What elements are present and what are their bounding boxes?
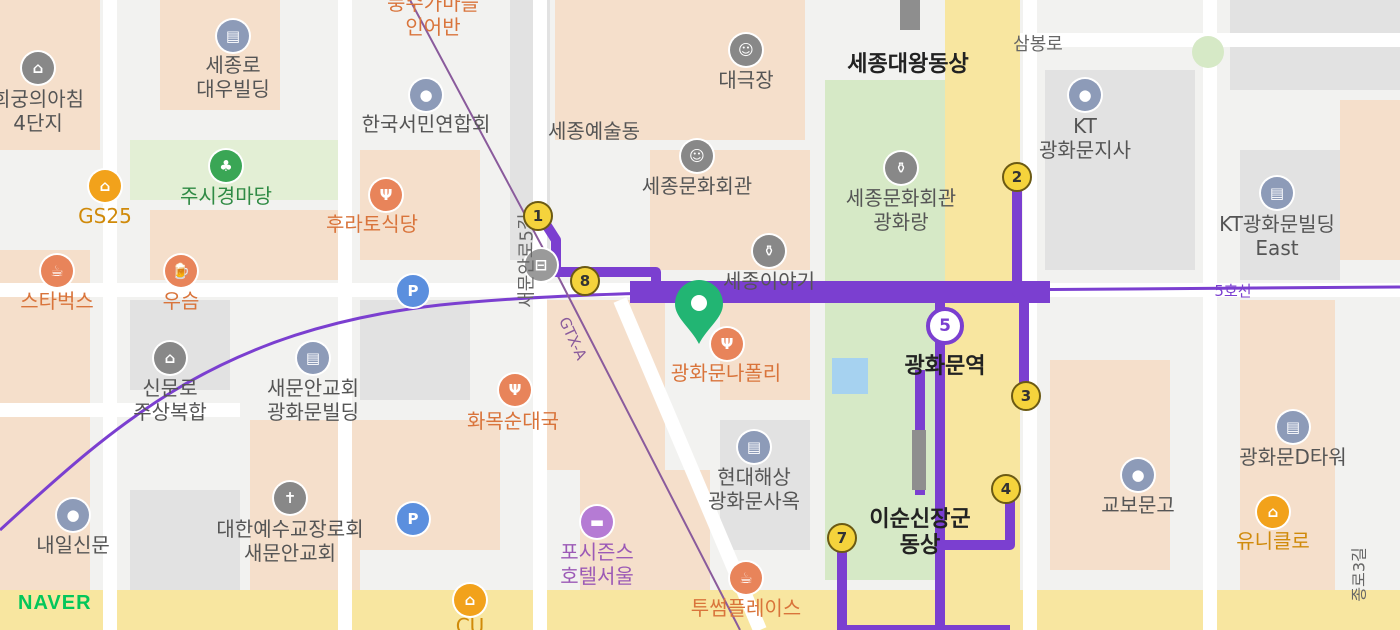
poi-label[interactable]: 이순신장군 동상 bbox=[869, 507, 970, 559]
exit-7-marker[interactable]: 7 bbox=[827, 523, 857, 553]
poi-label[interactable]: 화목순대국 bbox=[467, 409, 559, 434]
church-icon[interactable]: ✝ bbox=[274, 482, 306, 514]
road-label: 종로3길 bbox=[1349, 547, 1369, 602]
office-icon[interactable]: ▤ bbox=[1261, 177, 1293, 209]
cafe-icon[interactable]: ☕ bbox=[41, 255, 73, 287]
poi-label[interactable]: 풍수가마을 bbox=[387, 0, 479, 16]
exit-3-marker[interactable]: 3 bbox=[1011, 381, 1041, 411]
hotel-icon[interactable]: ▬ bbox=[581, 506, 613, 538]
building-icon[interactable]: ⌂ bbox=[154, 342, 186, 374]
poi-label[interactable]: 대한예수교장로회 새문안교회 bbox=[216, 517, 363, 565]
poi-label[interactable]: 유니클로 bbox=[1236, 529, 1310, 554]
poi-label[interactable]: 세종예술동 bbox=[548, 119, 640, 144]
poi-label[interactable]: 세종대왕동상 bbox=[847, 52, 968, 78]
office-icon[interactable]: ▤ bbox=[738, 431, 770, 463]
theater-icon[interactable]: ☺ bbox=[681, 140, 713, 172]
office-icon[interactable]: ▤ bbox=[297, 342, 329, 374]
station-label[interactable]: 광화문역 bbox=[905, 354, 986, 380]
exit-2-marker[interactable]: 2 bbox=[1002, 162, 1032, 192]
restaurant-icon[interactable]: Ψ bbox=[370, 179, 402, 211]
poi-label[interactable]: 주시경마당 bbox=[180, 184, 272, 209]
office-icon[interactable]: ▤ bbox=[217, 20, 249, 52]
poi-label[interactable]: 세종로 대우빌딩 bbox=[196, 53, 270, 101]
parking-icon[interactable]: P bbox=[397, 503, 429, 535]
poi-label[interactable]: 세종문화회관 광화랑 bbox=[846, 186, 956, 234]
poi-label[interactable]: 내일신문 bbox=[36, 533, 110, 558]
restaurant-icon[interactable]: Ψ bbox=[499, 374, 531, 406]
poi-label[interactable]: 후라토식당 bbox=[326, 212, 418, 237]
poi-label[interactable]: 현대해상 광화문사옥 bbox=[708, 465, 800, 513]
poi-label[interactable]: 신문로 주상복합 bbox=[133, 376, 207, 424]
building-icon[interactable]: ⌂ bbox=[22, 52, 54, 84]
shopping-icon[interactable]: ⌂ bbox=[1257, 496, 1289, 528]
place-icon[interactable]: ● bbox=[1122, 459, 1154, 491]
poi-label[interactable]: 스타벅스 bbox=[20, 289, 94, 314]
poi-label[interactable]: 광화문D타워 bbox=[1239, 445, 1346, 470]
convenience-store-icon[interactable]: ⌂ bbox=[454, 584, 486, 616]
cafe-icon[interactable]: ☕ bbox=[730, 562, 762, 594]
naver-logo: NAVER bbox=[18, 592, 92, 614]
exit-4-marker[interactable]: 4 bbox=[991, 474, 1021, 504]
exit-1-marker[interactable]: 1 bbox=[523, 201, 553, 231]
poi-label[interactable]: 우슴 bbox=[163, 289, 200, 314]
office-icon[interactable]: ▤ bbox=[1277, 411, 1309, 443]
poi-label[interactable]: 한국서민연합회 bbox=[362, 112, 491, 137]
place-icon[interactable]: ● bbox=[410, 79, 442, 111]
exit-8-marker[interactable]: 8 bbox=[570, 266, 600, 296]
subway-station-marker[interactable]: 5 bbox=[926, 307, 964, 345]
poi-label[interactable]: 새문안교회 광화문빌딩 bbox=[267, 376, 359, 424]
poi-label[interactable]: 희궁의아침 4단지 bbox=[0, 87, 84, 135]
poi-label[interactable]: CU bbox=[456, 614, 485, 630]
poi-label[interactable]: 세종문화회관 bbox=[642, 174, 752, 199]
location-pin-icon[interactable] bbox=[673, 280, 725, 350]
gallery-icon[interactable]: ⚱ bbox=[885, 152, 917, 184]
poi-label[interactable]: 세종이야기 bbox=[723, 269, 815, 294]
parking-icon[interactable]: P bbox=[397, 275, 429, 307]
poi-label[interactable]: 인어반 bbox=[405, 15, 460, 40]
place-icon[interactable]: ● bbox=[57, 499, 89, 531]
place-icon[interactable]: ● bbox=[1069, 79, 1101, 111]
poi-label[interactable]: KT광화문빌딩 East bbox=[1219, 212, 1335, 260]
poi-label[interactable]: 대극장 bbox=[718, 68, 773, 93]
poi-label[interactable]: 포시즌스 호텔서울 bbox=[560, 540, 634, 588]
theater-icon[interactable]: ☺ bbox=[730, 34, 762, 66]
pub-icon[interactable]: 🍺 bbox=[165, 255, 197, 287]
convenience-store-icon[interactable]: ⌂ bbox=[89, 170, 121, 202]
map-canvas[interactable]: ⌂ ▤ ● ♣ ⌂ Ψ ☕ 🍺 P P ☺ ☺ ⚱ ⚱ ● ▤ ⌂ ▤ Ψ Ψ … bbox=[0, 0, 1400, 630]
road-label: 삼봉로 bbox=[1013, 34, 1063, 55]
poi-label[interactable]: 광화문나폴리 bbox=[671, 361, 781, 386]
museum-icon[interactable]: ⚱ bbox=[753, 235, 785, 267]
poi-label[interactable]: 투썸플레이스 bbox=[691, 596, 801, 621]
poi-label[interactable]: 교보문고 bbox=[1101, 493, 1175, 518]
subway-line-label: 5호선 bbox=[1214, 282, 1252, 300]
park-icon[interactable]: ♣ bbox=[210, 150, 242, 182]
poi-label[interactable]: GS25 bbox=[78, 204, 132, 229]
poi-label[interactable]: KT 광화문지사 bbox=[1039, 114, 1131, 162]
